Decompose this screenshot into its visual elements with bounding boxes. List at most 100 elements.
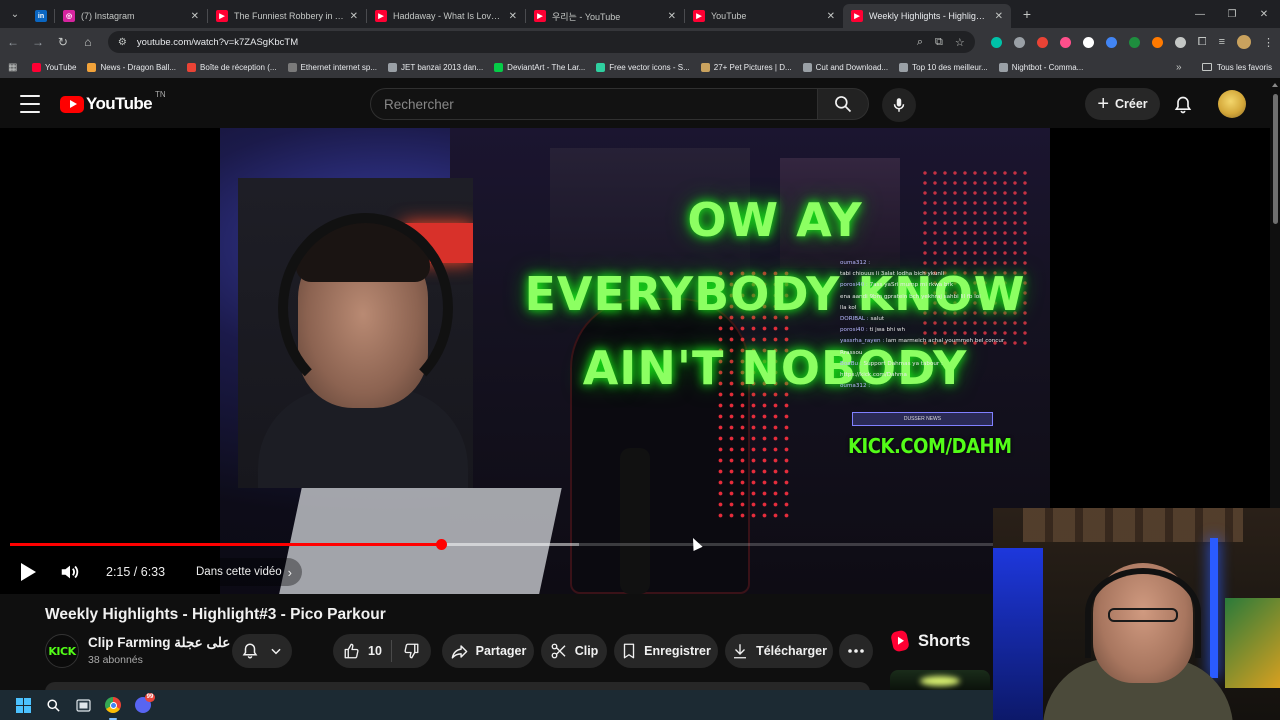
chapters-button[interactable]: Dans cette vidéo › <box>186 558 303 586</box>
close-tab-icon[interactable]: ✕ <box>668 11 676 22</box>
mute-button[interactable] <box>58 560 82 584</box>
extensions-puzzle-icon[interactable]: ⧠ <box>1198 36 1207 49</box>
kick-overlay: DUSSER NEWS KICK.COM/DAHM <box>848 412 1012 462</box>
browser-menu-icon[interactable]: ⋮ <box>1263 36 1274 49</box>
new-tab-button[interactable]: + <box>1015 6 1039 22</box>
clip-button[interactable]: Clip <box>541 634 607 668</box>
bookmark-item[interactable]: Ethernet internet sp... <box>287 62 377 72</box>
scroll-up-icon[interactable] <box>1272 83 1278 87</box>
close-tab-icon[interactable]: ✕ <box>191 11 199 22</box>
chat-text: tabi chiouus li 3alat lodha bich ykunli <box>840 271 945 278</box>
shorts-shelf-header[interactable]: Shorts <box>890 629 970 653</box>
search-button[interactable] <box>817 88 869 120</box>
create-button[interactable]: + Créer <box>1085 88 1160 120</box>
download-button[interactable]: Télécharger <box>725 634 833 668</box>
extension-icon[interactable] <box>1059 36 1071 48</box>
bookmark-item[interactable]: DeviantArt - The Lar... <box>494 62 585 72</box>
dislike-button[interactable] <box>392 634 430 668</box>
browser-tab[interactable]: ▶ 우리는 - YouTube ✕ <box>526 4 684 28</box>
bookmark-item[interactable]: Top 10 des meilleur... <box>899 62 988 72</box>
close-tab-icon[interactable]: ✕ <box>827 11 835 22</box>
bookmark-icon <box>623 643 635 659</box>
task-view-button[interactable] <box>72 694 94 716</box>
minimize-icon[interactable]: — <box>1184 9 1216 20</box>
time-text: 2:15 / 6:33 <box>106 565 166 579</box>
forward-icon[interactable]: → <box>26 30 50 54</box>
bookmark-item[interactable]: YouTube <box>32 62 76 72</box>
extension-icon[interactable] <box>1082 36 1094 48</box>
address-bar[interactable]: ⚙ youtube.com/watch?v=k7ZASgKbcTM ⌕ ⧉ ☆ <box>107 31 975 53</box>
search-icon <box>46 698 60 712</box>
browser-toolbar: ← → ↻ ⌂ ⚙ youtube.com/watch?v=k7ZASgKbcT… <box>0 28 1280 56</box>
extension-icon[interactable] <box>1036 36 1048 48</box>
chat-message: yassrha_rayen : lam marmeich achal youmm… <box>840 336 1040 347</box>
address-url[interactable]: youtube.com/watch?v=k7ZASgKbcTM <box>137 37 905 48</box>
taskbar-search-button[interactable] <box>42 694 64 716</box>
bookmark-star-icon[interactable]: ☆ <box>955 36 965 49</box>
save-button[interactable]: Enregistrer <box>614 634 718 668</box>
apps-grid-icon[interactable]: ▦ <box>8 62 22 73</box>
browser-tab[interactable]: ▶ Haddaway - What Is Love (Official ✕ <box>367 4 525 28</box>
play-icon <box>21 563 36 581</box>
close-tab-icon[interactable]: ✕ <box>995 11 1003 22</box>
play-button[interactable] <box>17 561 39 583</box>
bookmark-item[interactable]: JET banzai 2013 dan... <box>388 62 484 72</box>
like-dislike-group: 10 <box>333 634 431 668</box>
clip-label: Clip <box>574 644 599 658</box>
scrollbar-thumb[interactable] <box>1273 94 1278 224</box>
extension-icon[interactable] <box>1151 36 1163 48</box>
extension-icon[interactable] <box>1105 36 1117 48</box>
notifications-button[interactable] <box>1170 92 1196 118</box>
bookmark-label: JET banzai 2013 dan... <box>401 62 484 72</box>
bookmark-item[interactable]: Boîte de réception (... <box>187 62 277 72</box>
bookmark-item[interactable]: Cut and Download... <box>802 62 888 72</box>
thumbs-down-icon <box>404 643 419 659</box>
like-button[interactable]: 10 <box>333 634 391 668</box>
browser-tab[interactable]: in <box>28 4 54 28</box>
close-window-icon[interactable]: ✕ <box>1248 9 1280 20</box>
menu-icon[interactable] <box>20 95 40 113</box>
reload-icon[interactable]: ↻ <box>51 30 75 54</box>
close-tab-icon[interactable]: ✕ <box>350 11 358 22</box>
youtube-logo[interactable]: YouTube TN <box>60 90 166 114</box>
bookmarks-overflow-icon[interactable]: » <box>1176 62 1182 73</box>
voice-search-button[interactable] <box>882 88 916 122</box>
bookmark-item[interactable]: Nightbot - Comma... <box>998 62 1083 72</box>
search-input[interactable] <box>371 89 817 119</box>
site-info-icon[interactable]: ⚙ <box>118 37 127 48</box>
all-bookmarks-folder[interactable]: Tous les favoris <box>1201 63 1272 72</box>
bookmark-label: Free vector icons - S... <box>609 62 690 72</box>
youtube-play-icon <box>60 95 84 113</box>
taskbar-chrome[interactable] <box>102 694 124 720</box>
browser-tab[interactable]: ▶ Weekly Highlights - Highlight#3 ✕ <box>843 4 1011 28</box>
extension-icon[interactable] <box>990 36 1002 48</box>
more-actions-button[interactable] <box>839 634 873 668</box>
start-button[interactable] <box>12 694 34 716</box>
bookmark-item[interactable]: Free vector icons - S... <box>596 62 690 72</box>
browser-tab[interactable]: ▶ YouTube ✕ <box>685 4 843 28</box>
channel-avatar[interactable]: KICK <box>45 634 79 668</box>
extension-icon[interactable] <box>1174 36 1186 48</box>
browser-tab[interactable]: ▶ The Funniest Robbery in Arc Raiders ✕ <box>208 4 366 28</box>
bookmark-item[interactable]: 27+ Pet Pictures | D... <box>700 62 792 72</box>
shorts-thumbnail[interactable] <box>890 670 990 690</box>
reading-list-icon[interactable]: ≡ <box>1219 36 1225 48</box>
close-tab-icon[interactable]: ✕ <box>509 11 517 22</box>
subscription-bell-button[interactable] <box>232 634 292 668</box>
bookmark-item[interactable]: News - Dragon Ball... <box>87 62 176 72</box>
browser-tab[interactable]: ◎ (7) Instagram ✕ <box>55 4 207 28</box>
tab-search-button[interactable]: ⌄ <box>2 3 28 25</box>
browser-profile-avatar[interactable] <box>1237 35 1251 49</box>
install-app-icon[interactable]: ⧉ <box>935 36 943 49</box>
home-icon[interactable]: ⌂ <box>76 30 100 54</box>
extension-icon[interactable] <box>1128 36 1140 48</box>
zoom-icon[interactable]: ⌕ <box>917 36 923 49</box>
extension-icon[interactable] <box>1013 36 1025 48</box>
share-button[interactable]: Partager <box>442 634 534 668</box>
account-avatar[interactable] <box>1218 90 1246 118</box>
back-icon[interactable]: ← <box>1 30 25 54</box>
channel-name[interactable]: Clip Farming على عجلة <box>88 635 230 651</box>
restore-icon[interactable]: ❐ <box>1216 9 1248 20</box>
taskbar-discord[interactable]: 99 <box>132 693 155 716</box>
country-code: TN <box>155 90 166 99</box>
